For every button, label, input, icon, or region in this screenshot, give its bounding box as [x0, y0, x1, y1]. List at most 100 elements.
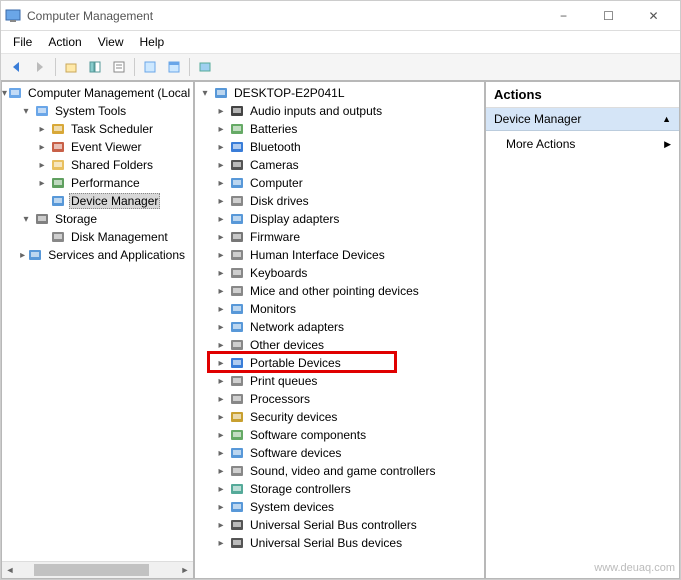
device-category-label: Other devices — [248, 338, 326, 352]
device-category-3[interactable]: ▸Cameras — [195, 156, 484, 174]
scope-node-3[interactable]: ▸Event Viewer — [2, 138, 193, 156]
scope-node-9[interactable]: ▸Services and Applications — [2, 246, 193, 264]
twisty-icon[interactable]: ▸ — [34, 142, 50, 153]
twisty-icon[interactable]: ▸ — [213, 232, 229, 243]
twisty-icon[interactable]: ▸ — [213, 250, 229, 261]
scope-node-2[interactable]: ▸Task Scheduler — [2, 120, 193, 138]
device-category-24[interactable]: ▸ Universal Serial Bus devices — [195, 534, 484, 552]
scope-node-label: Device Manager — [69, 193, 160, 209]
scope-node-8[interactable]: Disk Management — [2, 228, 193, 246]
twisty-icon[interactable]: ▸ — [34, 178, 50, 189]
other-icon — [229, 337, 245, 353]
twisty-icon[interactable]: ▸ — [18, 250, 27, 261]
twisty-icon[interactable]: ▸ — [213, 160, 229, 171]
device-category-6[interactable]: ▸Display adapters — [195, 210, 484, 228]
twisty-icon[interactable]: ▸ — [213, 466, 229, 477]
twisty-icon[interactable]: ▸ — [213, 520, 229, 531]
device-category-0[interactable]: ▸Audio inputs and outputs — [195, 102, 484, 120]
device-category-15[interactable]: ▸Print queues — [195, 372, 484, 390]
device-category-12[interactable]: ▸Network adapters — [195, 318, 484, 336]
twisty-icon[interactable]: ▸ — [213, 394, 229, 405]
properties-button[interactable] — [108, 56, 130, 78]
scrollbar-horizontal[interactable]: ◄► — [2, 561, 193, 578]
device-category-4[interactable]: ▸Computer — [195, 174, 484, 192]
view1-button[interactable] — [163, 56, 185, 78]
back-button[interactable] — [5, 56, 27, 78]
scope-node-6[interactable]: Device Manager — [2, 192, 193, 210]
view2-button[interactable] — [194, 56, 216, 78]
twisty-icon[interactable]: ▸ — [213, 286, 229, 297]
device-category-18[interactable]: ▸Software components — [195, 426, 484, 444]
twisty-icon[interactable]: ▸ — [213, 214, 229, 225]
forward-button[interactable] — [29, 56, 51, 78]
device-category-2[interactable]: ▸Bluetooth — [195, 138, 484, 156]
usbctrl-icon — [229, 517, 245, 533]
show-hide-button[interactable] — [84, 56, 106, 78]
device-category-11[interactable]: ▸Monitors — [195, 300, 484, 318]
device-category-17[interactable]: ▸Security devices — [195, 408, 484, 426]
device-category-16[interactable]: ▸Processors — [195, 390, 484, 408]
twisty-icon[interactable]: ▸ — [213, 322, 229, 333]
device-category-9[interactable]: ▸Keyboards — [195, 264, 484, 282]
scope-node-7[interactable]: ▾ Storage — [2, 210, 193, 228]
twisty-icon[interactable]: ▸ — [213, 304, 229, 315]
twisty-icon[interactable]: ▸ — [213, 196, 229, 207]
twisty-icon[interactable]: ▸ — [213, 484, 229, 495]
device-root[interactable]: ▾DESKTOP-E2P041L — [195, 84, 484, 102]
audio-icon — [229, 103, 245, 119]
twisty-icon[interactable]: ▸ — [34, 124, 50, 135]
device-category-label: Universal Serial Bus devices — [248, 536, 404, 550]
twisty-icon[interactable]: ▸ — [213, 538, 229, 549]
device-category-7[interactable]: ▸Firmware — [195, 228, 484, 246]
device-category-8[interactable]: ▸Human Interface Devices — [195, 246, 484, 264]
device-category-14[interactable]: ▸Portable Devices — [195, 354, 484, 372]
device-category-19[interactable]: ▸Software devices — [195, 444, 484, 462]
twisty-icon[interactable]: ▸ — [213, 448, 229, 459]
device-category-21[interactable]: ▸Storage controllers — [195, 480, 484, 498]
twisty-icon[interactable]: ▸ — [213, 142, 229, 153]
twisty-icon[interactable]: ▸ — [213, 178, 229, 189]
twisty-icon[interactable]: ▾ — [197, 88, 213, 99]
twisty-icon[interactable]: ▸ — [213, 340, 229, 351]
device-category-13[interactable]: ▸ Other devices — [195, 336, 484, 354]
maximize-button[interactable]: ☐ — [586, 2, 631, 30]
twisty-icon[interactable]: ▸ — [213, 376, 229, 387]
device-category-23[interactable]: ▸Universal Serial Bus controllers — [195, 516, 484, 534]
menu-action[interactable]: Action — [40, 33, 89, 51]
device-category-20[interactable]: ▸Sound, video and game controllers — [195, 462, 484, 480]
twisty-icon[interactable]: ▸ — [34, 160, 50, 171]
twisty-icon[interactable]: ▸ — [213, 124, 229, 135]
device-tree[interactable]: ▾DESKTOP-E2P041L▸Audio inputs and output… — [195, 82, 484, 578]
menu-help[interactable]: Help — [132, 33, 173, 51]
minimize-button[interactable]: − — [541, 2, 586, 30]
twisty-icon[interactable]: ▸ — [213, 412, 229, 423]
action-more-actions[interactable]: More Actions ▶ — [486, 131, 679, 157]
scope-node-5[interactable]: ▸Performance — [2, 174, 193, 192]
scope-node-4[interactable]: ▸Shared Folders — [2, 156, 193, 174]
scope-node-0[interactable]: ▾Computer Management (Local — [2, 84, 193, 102]
device-category-5[interactable]: ▸Disk drives — [195, 192, 484, 210]
twisty-icon[interactable]: ▸ — [213, 106, 229, 117]
actions-section[interactable]: Device Manager ▲ — [486, 108, 679, 131]
twisty-icon[interactable]: ▾ — [18, 106, 34, 117]
perf-icon — [50, 175, 66, 191]
device-category-10[interactable]: ▸Mice and other pointing devices — [195, 282, 484, 300]
scope-tree[interactable]: ▾Computer Management (Local▾System Tools… — [2, 82, 193, 561]
twisty-icon[interactable]: ▸ — [213, 358, 229, 369]
close-button[interactable]: ✕ — [631, 2, 676, 30]
twisty-icon[interactable]: ▸ — [213, 430, 229, 441]
scope-node-label: Computer Management (Local — [26, 86, 192, 100]
scope-node-1[interactable]: ▾System Tools — [2, 102, 193, 120]
menu-view[interactable]: View — [90, 33, 132, 51]
twisty-icon[interactable]: ▸ — [213, 268, 229, 279]
scope-node-label: Storage — [53, 212, 99, 226]
up-button[interactable] — [60, 56, 82, 78]
device-category-1[interactable]: ▸Batteries — [195, 120, 484, 138]
device-category-22[interactable]: ▸System devices — [195, 498, 484, 516]
security-icon — [229, 409, 245, 425]
twisty-icon[interactable]: ▾ — [18, 214, 34, 225]
twisty-icon[interactable]: ▸ — [213, 502, 229, 513]
menu-file[interactable]: File — [5, 33, 40, 51]
services-icon — [27, 247, 43, 263]
help-button[interactable] — [139, 56, 161, 78]
